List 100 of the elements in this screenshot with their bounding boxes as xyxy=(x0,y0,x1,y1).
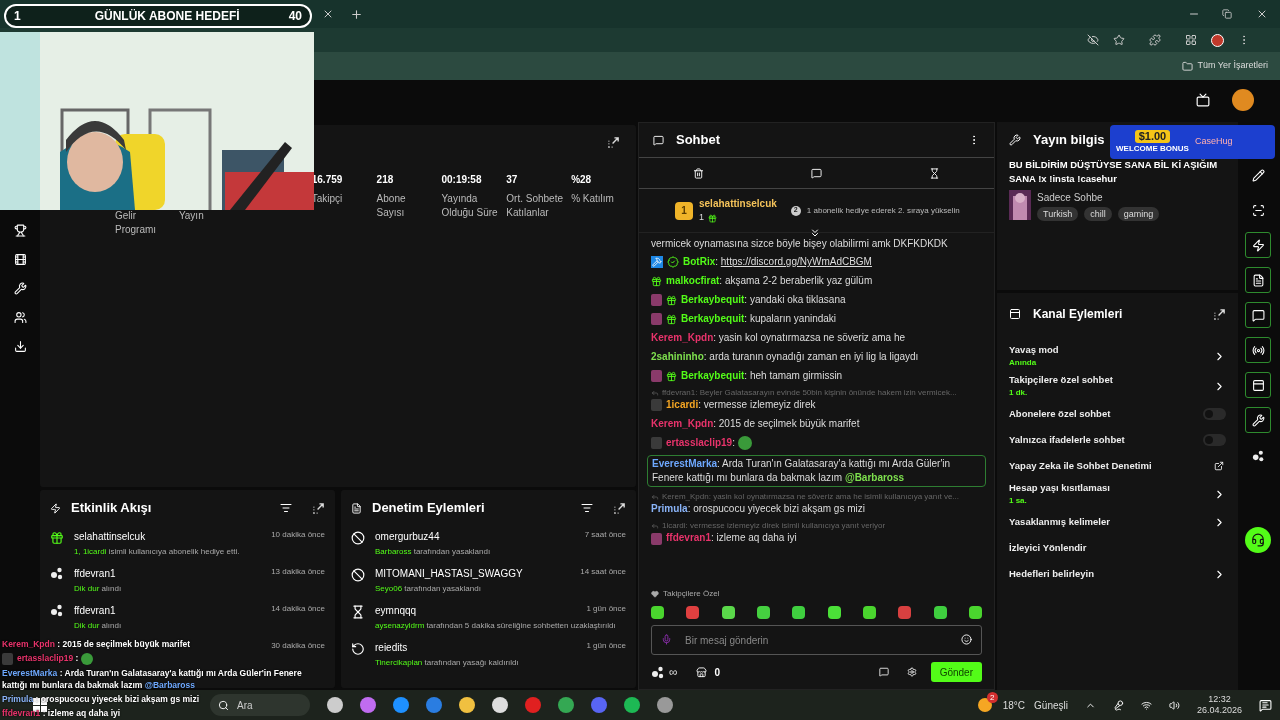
wrench-icon[interactable] xyxy=(13,282,27,295)
taskbar-search[interactable]: Ara xyxy=(210,694,310,716)
emote-icon[interactable] xyxy=(686,606,700,619)
action-label[interactable]: Hedefleri belirleyin xyxy=(1009,566,1213,582)
overlay-chat-message: Kerem_Kpdn : 2015 de seçilmek büyük marifet xyxy=(2,638,191,651)
tool-button[interactable] xyxy=(1245,267,1271,293)
chat-icon[interactable] xyxy=(811,167,822,179)
store-icon[interactable] xyxy=(695,666,707,678)
expand-icon[interactable] xyxy=(607,136,620,149)
grid-icon[interactable] xyxy=(1185,34,1197,46)
bookmarks-link[interactable]: Tüm Yer İşaretleri xyxy=(1197,59,1268,73)
users-icon[interactable] xyxy=(13,311,27,324)
app-icon[interactable] xyxy=(360,697,376,713)
stat-label: Abone Sayısı xyxy=(376,192,407,220)
app-icon[interactable] xyxy=(492,697,508,713)
eye-off-icon[interactable] xyxy=(1087,34,1099,46)
store-value: 0 xyxy=(714,665,721,680)
extension-icon[interactable] xyxy=(1149,34,1161,46)
stat-label: Yayın xyxy=(178,209,205,223)
overlay-chat-message: EverestMarka : Arda Turan'ın Galatasaray'a kattığı mı Arda Güler'in Fenere kattığı mı bunlara da bakmak lazım @Barbaross xyxy=(2,667,303,691)
microphone-icon[interactable] xyxy=(1112,699,1124,711)
tool-button[interactable] xyxy=(1245,407,1271,433)
stat-label: Gelir Programı xyxy=(115,209,158,237)
trash-icon[interactable] xyxy=(692,167,704,179)
emote-icon[interactable] xyxy=(933,606,947,619)
feed-time: 7 saat önce xyxy=(584,529,626,541)
star-icon[interactable] xyxy=(1113,34,1125,46)
close-icon[interactable] xyxy=(1256,8,1268,20)
tool-button[interactable] xyxy=(1245,232,1271,258)
emote-icon[interactable] xyxy=(968,606,982,619)
expand-icon[interactable] xyxy=(613,501,626,515)
tag[interactable]: gaming xyxy=(1117,207,1160,221)
notifications-icon[interactable] xyxy=(1259,698,1272,712)
trophy-icon[interactable] xyxy=(13,224,27,237)
toggle-switch[interactable] xyxy=(1203,408,1226,420)
emoji-icon[interactable] xyxy=(961,634,972,645)
profile-icon[interactable] xyxy=(1211,33,1224,47)
action-label[interactable]: Takipçilere özel sohbet xyxy=(1009,372,1213,388)
app-icon[interactable] xyxy=(657,697,673,713)
chat-message: ffdevran1: izleme aq daha iyi xyxy=(651,531,982,546)
external-link-icon[interactable] xyxy=(1214,461,1224,471)
new-tab-icon[interactable] xyxy=(350,7,363,21)
action-label[interactable]: Abonelere özel sohbet xyxy=(1009,406,1203,422)
tag[interactable]: Turkish xyxy=(1037,207,1079,221)
weather-condition: Güneşli xyxy=(1034,698,1068,713)
app-icon[interactable] xyxy=(459,697,475,713)
expand-icon[interactable] xyxy=(312,501,325,515)
app-icon[interactable] xyxy=(393,697,409,713)
filter-icon[interactable] xyxy=(581,502,593,514)
download-icon[interactable] xyxy=(13,340,27,353)
emote-icon[interactable] xyxy=(651,606,664,619)
film-icon[interactable] xyxy=(13,253,27,266)
emote-icon[interactable] xyxy=(757,606,770,619)
chat-link[interactable]: https://discord.gg/NyWmAdCBGM xyxy=(720,256,872,267)
restore-icon[interactable] xyxy=(1222,9,1232,19)
volume-icon[interactable] xyxy=(1168,699,1180,711)
support-button[interactable] xyxy=(1245,527,1271,553)
feed-user: reiedits xyxy=(375,641,408,655)
filter-icon[interactable] xyxy=(280,502,292,514)
tv-icon[interactable] xyxy=(1196,93,1210,107)
avatar-icon[interactable] xyxy=(1232,89,1254,111)
stat-value: 218 xyxy=(376,173,395,187)
tag[interactable]: chill xyxy=(1084,207,1112,221)
app-icon[interactable] xyxy=(624,697,640,713)
action-label[interactable]: İzleyici Yönlendir xyxy=(1009,540,1226,556)
action-label[interactable]: Yasaklanmış kelimeler xyxy=(1009,514,1213,530)
network-icon[interactable] xyxy=(1140,699,1152,711)
hourglass-icon[interactable] xyxy=(929,167,941,179)
toggle-switch[interactable] xyxy=(1203,434,1226,446)
expand-icon[interactable] xyxy=(1213,307,1226,321)
collapse-icon[interactable] xyxy=(809,227,821,239)
emote-icon[interactable] xyxy=(862,606,876,619)
action-value: 1 dk. xyxy=(1009,387,1029,400)
goal-label: GÜNLÜK ABONE HEDEFİ xyxy=(94,8,240,25)
dots-icon xyxy=(651,665,665,679)
action-label[interactable]: Yapay Zeka ile Sohbet Denetimi xyxy=(1009,458,1214,474)
settings-icon[interactable] xyxy=(906,667,917,677)
feed-detail: Barbaross tarafından yasaklandı xyxy=(375,546,492,557)
message-input[interactable]: Bir mesaj gönderin xyxy=(651,625,982,655)
emote-icon[interactable] xyxy=(721,606,735,619)
send-button[interactable]: Gönder xyxy=(930,662,982,682)
tool-button[interactable] xyxy=(1245,337,1271,363)
emote-icon[interactable] xyxy=(792,606,806,619)
clock-date: 26.04.2026 xyxy=(1196,705,1242,716)
dots-icon xyxy=(1251,448,1265,462)
app-icon[interactable] xyxy=(558,697,574,713)
action-label[interactable]: Hesap yaşı kısıtlaması xyxy=(1009,480,1213,496)
tool-button[interactable] xyxy=(1245,302,1271,328)
document-icon xyxy=(351,502,362,514)
weather-badge: 2 xyxy=(986,692,998,703)
close-tab-icon[interactable] xyxy=(322,8,334,20)
app-icon[interactable] xyxy=(327,697,343,713)
overlay-chat-message: ffdevran1 : izleme aq daha iyi xyxy=(2,707,121,719)
feed-detail: Tinercikaplan tarafından yasağı kaldırıldı xyxy=(375,657,520,668)
chat-icon[interactable] xyxy=(878,667,889,677)
rank-badge: 1 xyxy=(675,201,693,220)
action-label[interactable]: Yavaş mod xyxy=(1009,342,1213,358)
emote-icon[interactable] xyxy=(827,606,841,619)
action-label[interactable]: Yalnızca ifadelerle sohbet xyxy=(1009,432,1203,448)
tool-button[interactable] xyxy=(1245,372,1271,398)
